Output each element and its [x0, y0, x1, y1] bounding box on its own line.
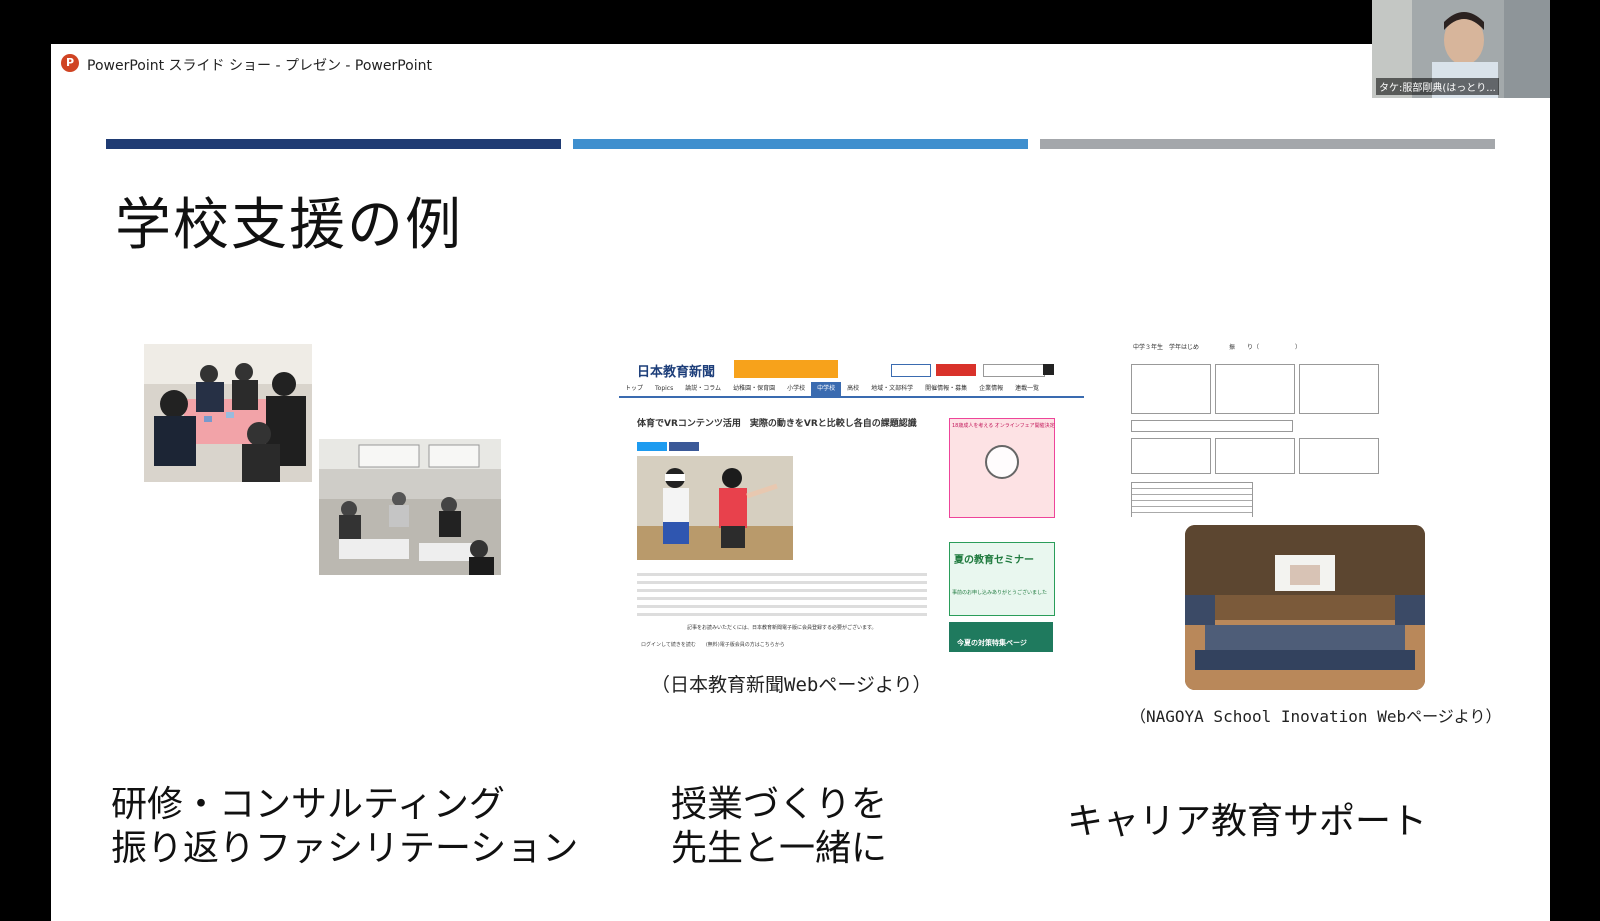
play-icon: [985, 445, 1019, 479]
accent-bar-1: [106, 139, 561, 149]
news-nav-item: 連載一覧: [1015, 385, 1040, 392]
news-search-button: [1043, 364, 1054, 375]
accent-bar-2: [573, 139, 1028, 149]
news-headline: 体育でVRコンテンツ活用 実際の動きをVRと比較し各自の課題認識: [637, 419, 917, 429]
news-nav-item: Topics: [655, 385, 674, 392]
workshop-photo-1: [144, 344, 312, 482]
powerpoint-icon: P: [61, 54, 79, 72]
column-2-label-line1: 授業づくりを: [671, 784, 888, 825]
news-login-link: ログインして続きを読む (無料)電子版会員の方はこちらから: [641, 642, 785, 648]
news-ad-1: 18歳成人を考える オンラインフェア開催決定: [949, 418, 1055, 518]
column-1-label-line1: 研修・コンサルティング: [111, 784, 505, 825]
gym-assembly-photo: [1185, 525, 1425, 690]
slide: 学校支援の例 研修・コンサルティング 振り返りファシリテーション 日本教育新聞 …: [51, 82, 1550, 921]
news-register-button: [936, 364, 976, 376]
news-nav-item: 高校: [847, 385, 860, 392]
news-ad-3-text: 今夏の対策特集ページ: [957, 639, 1027, 647]
column-3-caption: （NAGOYA School Inovation Webページより）: [1130, 707, 1502, 726]
column-2-label: 授業づくりを 先生と一緒に: [671, 783, 887, 871]
news-nav: トップ Topics 論説・コラム 幼稚園・保育園 小学校 中学校 高校 地域・…: [619, 382, 1084, 398]
news-nav-item: 企業情報: [979, 385, 1004, 392]
news-ad-2: 夏の教育セミナー 事前のお申し込みありがとうございました: [949, 542, 1055, 616]
accent-bar-3: [1040, 139, 1495, 149]
column-3-label-line1: キャリア教育サポート: [1067, 801, 1428, 842]
worksheet-image: 中学３年生 学年はじめ 振 り（ ）: [1131, 342, 1387, 517]
news-banner: [734, 360, 838, 378]
news-blurred-body: [637, 568, 927, 616]
news-ad-2-sub: 事前のお申し込みありがとうございました: [952, 590, 1048, 596]
news-webpage-screenshot: 日本教育新聞 トップ Topics 論説・コラム 幼稚園・保育園 小学校 中学校…: [619, 344, 1084, 656]
column-1-label: 研修・コンサルティング 振り返りファシリテーション: [111, 783, 578, 871]
news-nav-item: 開催情報・募集: [925, 385, 968, 392]
news-ad-2-text: 夏の教育セミナー: [954, 555, 1034, 566]
share-buttons: [637, 442, 699, 451]
news-vr-photo: [637, 456, 793, 560]
news-ad-1-text: 18歳成人を考える オンラインフェア開催決定: [952, 423, 1055, 429]
column-2-label-line2: 先生と一緒に: [671, 828, 888, 869]
participant-name: タケ:服部剛典(はっとり...: [1376, 78, 1499, 95]
title-bar: P PowerPoint スライド ショー - プレゼン - PowerPoin…: [51, 44, 1550, 82]
window-title: PowerPoint スライド ショー - プレゼン - PowerPoint: [87, 58, 432, 74]
news-ad-3: 今夏の対策特集ページ: [949, 622, 1053, 652]
worksheet-title: 中学３年生 学年はじめ 振 り（ ）: [1133, 344, 1302, 351]
news-nav-item: 地域・文部科学: [871, 385, 914, 392]
presentation-window: P PowerPoint スライド ショー - プレゼン - PowerPoin…: [51, 44, 1550, 921]
news-nav-item: トップ: [625, 385, 644, 392]
news-nav-item-active: 中学校: [811, 382, 842, 396]
column-3-label: キャリア教育サポート: [1067, 800, 1427, 844]
column-2-caption: （日本教育新聞Webページより）: [651, 674, 932, 696]
news-nav-item: 論説・コラム: [685, 385, 722, 392]
news-logo: 日本教育新聞: [637, 365, 716, 380]
workshop-photo-2: [319, 439, 501, 575]
news-nav-item: 小学校: [787, 385, 806, 392]
column-1-label-line2: 振り返りファシリテーション: [111, 828, 579, 869]
slide-title: 学校支援の例: [115, 193, 463, 258]
news-search-field: [983, 364, 1045, 377]
news-nav-item: 幼稚園・保育園: [733, 385, 776, 392]
webcam-thumbnail[interactable]: タケ:服部剛典(はっとり...: [1372, 0, 1550, 98]
news-member-notice: 記事をお読みいただくには、日本教育新聞電子版に会員登録する必要がございます。: [687, 625, 877, 631]
news-login-button: [891, 364, 931, 377]
